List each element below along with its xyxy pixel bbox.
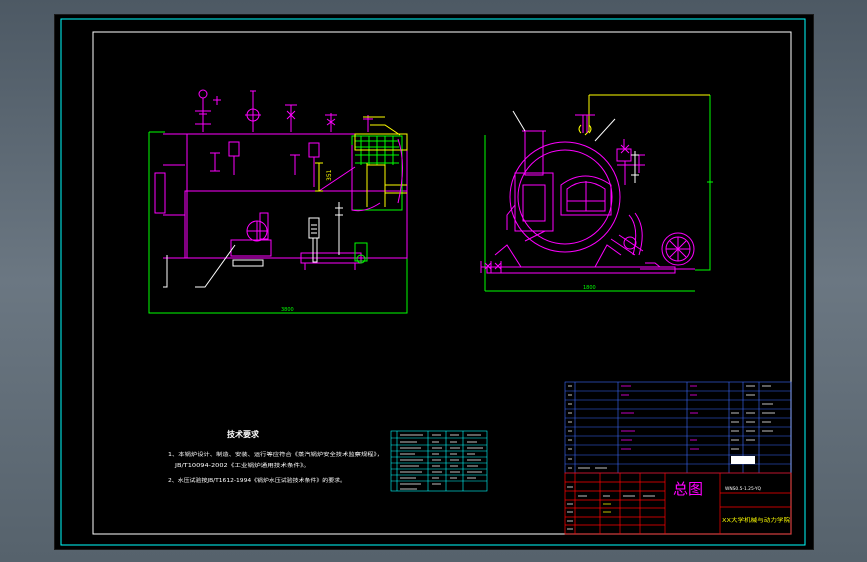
- cad-drawing: 351 3800 1800 技术要求 1、本锅炉设计、制造、安装、运行等应符合《…: [60, 18, 806, 546]
- dim-351: 351: [326, 169, 333, 181]
- front-view: 351: [148, 89, 408, 314]
- title-stamp: 总图: [673, 480, 703, 498]
- notes-line-2: JB/T10094-2002《工业锅炉通用技术条件》。: [174, 461, 310, 469]
- parts-list: [564, 381, 792, 474]
- side-view: [480, 94, 713, 292]
- technical-notes: 技术要求 1、本锅炉设计、制造、安装、运行等应符合《蒸汽锅炉安全技术监察规程》，…: [168, 429, 383, 484]
- parameter-table: [390, 430, 488, 492]
- inner-frame: [92, 31, 792, 535]
- school-name: XX大学机械与动力学院: [722, 516, 791, 524]
- dim-front-length: 3800: [281, 307, 294, 313]
- drawing-sheet: 351 3800 1800 技术要求 1、本锅炉设计、制造、安装、运行等应符合《…: [54, 14, 814, 550]
- notes-line-1: 1、本锅炉设计、制造、安装、运行等应符合《蒸汽锅炉安全技术监察规程》，: [168, 450, 383, 458]
- dim-side-width: 1800: [583, 285, 596, 291]
- notes-heading: 技术要求: [227, 429, 260, 439]
- drawing-number: WNS0.5-1.25-YQ: [725, 486, 761, 492]
- notes-line-3: 2、水压试验按JB/T1612-1994《锅炉水压试验技术条件》的要求。: [168, 476, 346, 484]
